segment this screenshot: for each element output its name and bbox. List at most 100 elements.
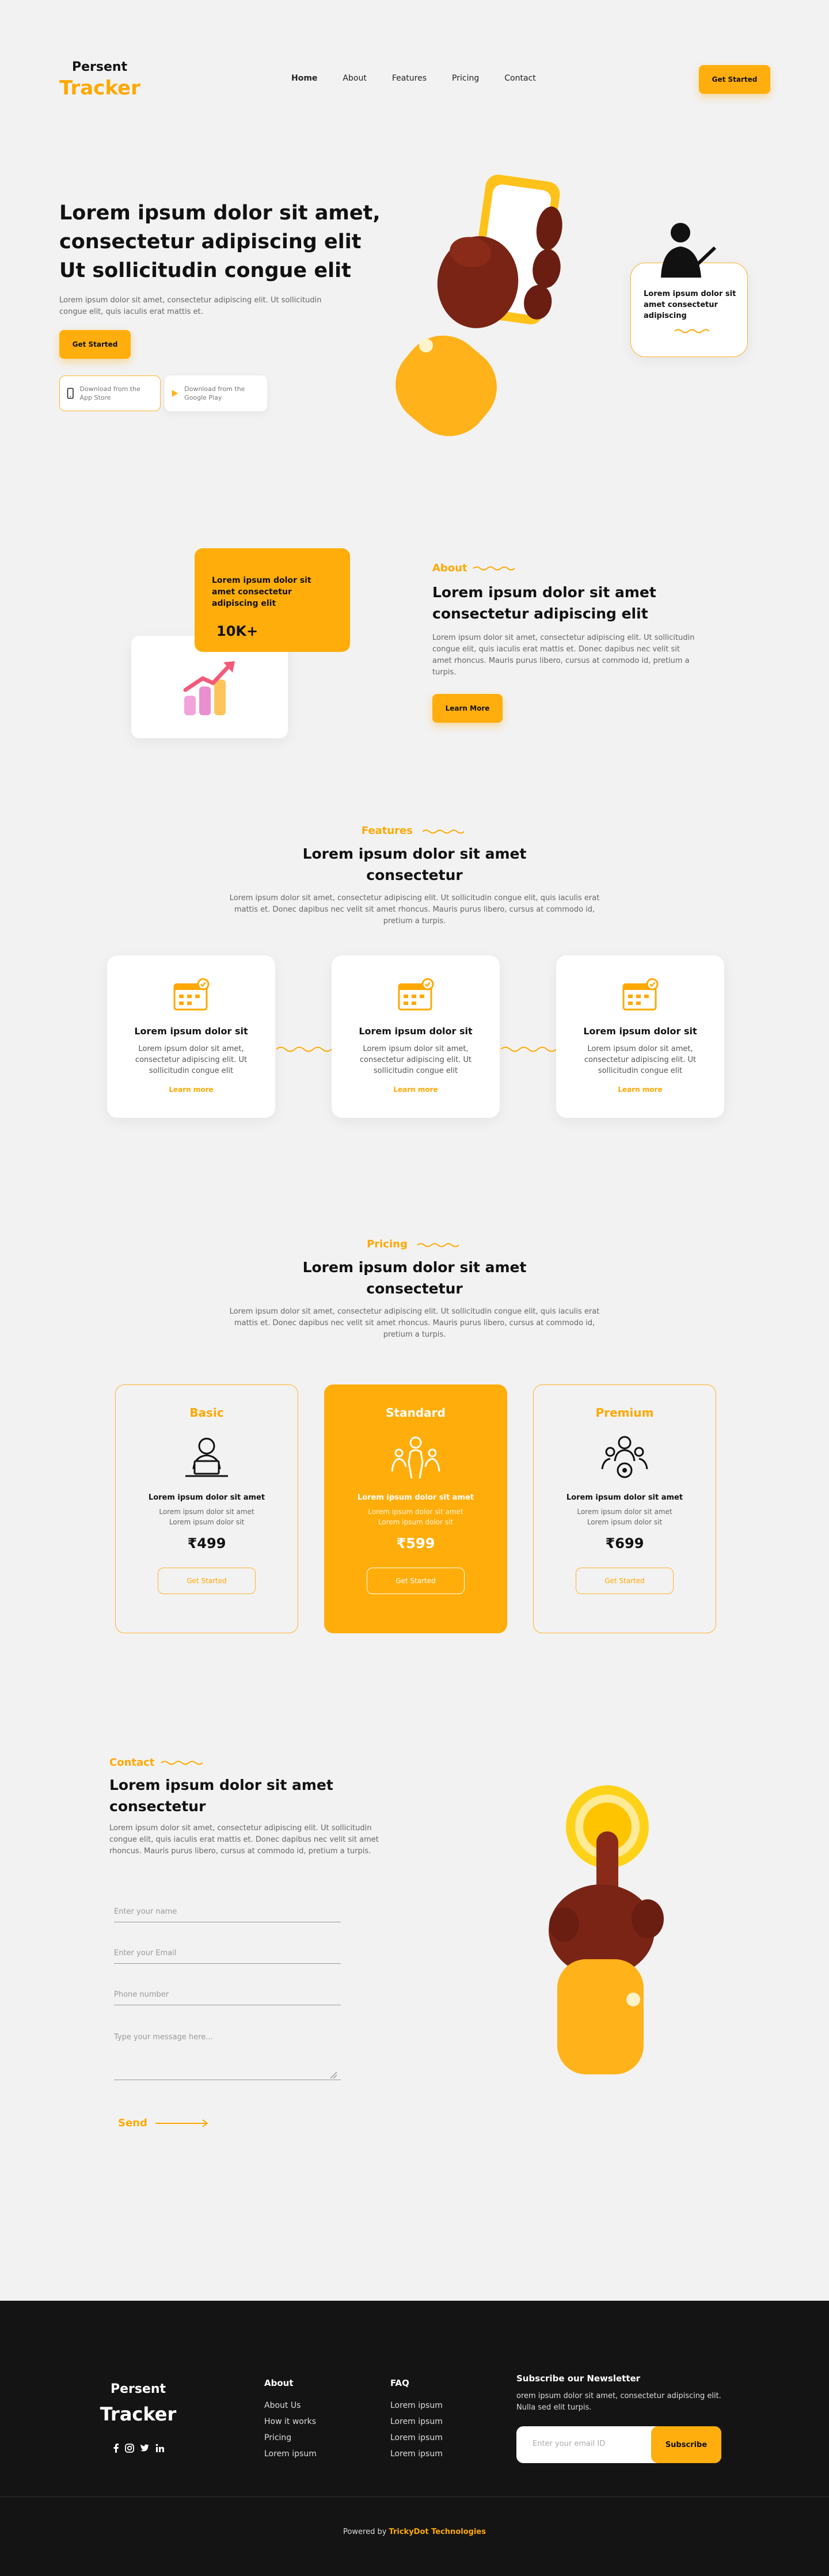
- footer-logo-line2: Tracker: [100, 2403, 177, 2425]
- plan-title: Lorem ipsum dolor sit amet: [148, 1493, 265, 1502]
- features-label: Features: [0, 825, 829, 837]
- calendar-icon: [622, 978, 659, 1011]
- nav-features[interactable]: Features: [392, 74, 427, 83]
- feature-learn-more-link[interactable]: Learn more: [571, 1086, 709, 1094]
- newsletter: Subscribe our Newsletter orem ipsum dolo…: [516, 2373, 729, 2463]
- plan-get-started-button[interactable]: Get Started: [158, 1568, 256, 1594]
- feature-text: Lorem ipsum dolor sit amet, consectetur …: [135, 1045, 248, 1075]
- phone-field[interactable]: Phone number: [114, 1990, 341, 2005]
- plan-name: Standard: [386, 1406, 446, 1420]
- footer-faq-link[interactable]: Lorem ipsum: [390, 2433, 443, 2442]
- email-field[interactable]: Enter your Email: [114, 1949, 341, 1964]
- logo[interactable]: Persent Tracker: [59, 60, 151, 100]
- main-nav: Home About Features Pricing Contact: [291, 74, 536, 83]
- feature-card-3: Lorem ipsum dolor sit Lorem ipsum dolor …: [556, 955, 724, 1118]
- footer-faq-column: FAQ Lorem ipsum Lorem ipsum Lorem ipsum …: [390, 2378, 443, 2465]
- features-title: Lorem ipsum dolor sit amet consectetur: [302, 845, 527, 883]
- about-stat-card: Lorem ipsum dolor sit amet consectetur a…: [195, 548, 350, 652]
- pricing-label-text: Pricing: [367, 1238, 408, 1250]
- footer-link-how-it-works[interactable]: How it works: [264, 2417, 317, 2426]
- squiggle-icon: [417, 1243, 459, 1247]
- nav-home[interactable]: Home: [291, 74, 317, 83]
- footer-faq-link[interactable]: Lorem ipsum: [390, 2449, 443, 2459]
- linkedin-icon[interactable]: [155, 2444, 165, 2453]
- newsletter-form: Enter your email ID Subscribe: [516, 2426, 721, 2463]
- squiggle-icon: [422, 829, 465, 833]
- app-store-button[interactable]: Download from the App Store: [59, 375, 161, 411]
- landing-page: Persent Tracker Home About Features Pric…: [0, 0, 829, 2576]
- features-text: Lorem ipsum dolor sit amet, consectetur …: [229, 894, 600, 925]
- footer-logo[interactable]: Persent Tracker: [98, 2382, 178, 2425]
- social-links: [112, 2444, 165, 2453]
- footer-faq-heading: FAQ: [390, 2378, 409, 2388]
- twitter-icon[interactable]: [140, 2444, 150, 2453]
- nav-about[interactable]: About: [343, 74, 366, 83]
- plan-name: Premium: [595, 1406, 654, 1420]
- plan-line2: Lorem ipsum dolor sit: [587, 1518, 663, 1526]
- powered-by-company[interactable]: TrickyDot Technologies: [389, 2528, 486, 2536]
- stat-value: 10K+: [216, 623, 258, 639]
- calendar-icon: [398, 978, 434, 1011]
- logo-line2: Tracker: [59, 77, 140, 100]
- powered-by: Powered by TrickyDot Technologies: [0, 2528, 829, 2536]
- squiggle-icon: [161, 1761, 204, 1765]
- pricing-title: Lorem ipsum dolor sit amet consectetur: [302, 1259, 527, 1297]
- send-button[interactable]: Send: [118, 2117, 210, 2129]
- footer-faq-link[interactable]: Lorem ipsum: [390, 2417, 443, 2426]
- plan-price: ₹699: [605, 1535, 644, 1551]
- pricing-card-premium: Premium Lorem ipsum dolor sit amet Lorem…: [533, 1384, 716, 1633]
- plan-line1: Lorem ipsum dolor sit amet: [577, 1508, 672, 1516]
- nav-contact[interactable]: Contact: [504, 74, 535, 83]
- group-settings-icon: [601, 1436, 648, 1478]
- feature-title: Lorem ipsum dolor sit: [359, 1026, 473, 1037]
- name-field[interactable]: Enter your name: [114, 1907, 341, 1922]
- phone-icon: [67, 388, 74, 399]
- hero-get-started-button[interactable]: Get Started: [59, 330, 131, 359]
- footer-faq-link[interactable]: Lorem ipsum: [390, 2401, 443, 2410]
- facebook-icon[interactable]: [112, 2444, 119, 2453]
- about-learn-more-button[interactable]: Learn More: [432, 694, 503, 723]
- pricing-card-standard: Standard Lorem ipsum dolor sit amet Lore…: [324, 1384, 507, 1633]
- squiggle-icon: [674, 329, 710, 333]
- plan-line2: Lorem ipsum dolor sit: [378, 1518, 454, 1526]
- feature-learn-more-link[interactable]: Learn more: [122, 1086, 260, 1094]
- footer-about-heading: About: [264, 2378, 294, 2388]
- footer-link-pricing[interactable]: Pricing: [264, 2433, 317, 2442]
- footer-link-about-us[interactable]: About Us: [264, 2401, 317, 2410]
- nav-pricing[interactable]: Pricing: [452, 74, 479, 83]
- header-get-started-button[interactable]: Get Started: [699, 65, 770, 94]
- stat-title: Lorem ipsum dolor sit amet consectetur a…: [212, 576, 311, 608]
- plan-price: ₹499: [187, 1535, 226, 1551]
- hero-text: Lorem ipsum dolor sit amet, consectetur …: [59, 296, 322, 316]
- plan-get-started-button[interactable]: Get Started: [367, 1568, 465, 1594]
- plan-get-started-button[interactable]: Get Started: [576, 1568, 674, 1594]
- feature-text: Lorem ipsum dolor sit amet, consectetur …: [359, 1045, 472, 1075]
- pricing-card-basic: Basic Lorem ipsum dolor sit amet Lorem i…: [115, 1384, 298, 1633]
- about-label-text: About: [432, 562, 467, 574]
- calendar-icon: [173, 978, 210, 1011]
- message-field[interactable]: Type your message here...: [114, 2033, 341, 2080]
- instagram-icon[interactable]: [125, 2444, 134, 2453]
- hand-pointing-illustration: [549, 1785, 664, 2074]
- resize-handle-icon[interactable]: [329, 2071, 337, 2079]
- team-icon: [391, 1436, 440, 1479]
- contact-title: Lorem ipsum dolor sit amet consectetur: [109, 1777, 333, 1815]
- logo-line1: Persent: [72, 60, 128, 74]
- plan-price: ₹599: [396, 1535, 435, 1551]
- plan-line1: Lorem ipsum dolor sit amet: [368, 1508, 463, 1516]
- newsletter-text: orem ipsum dolor sit amet, consectetur a…: [516, 2392, 721, 2412]
- businessman-icon: [661, 223, 717, 278]
- squiggle-icon: [472, 566, 515, 570]
- footer: Persent Tracker About About Us How it wo…: [0, 2301, 829, 2576]
- feature-learn-more-link[interactable]: Learn more: [347, 1086, 485, 1094]
- bar-chart-icon: [183, 661, 235, 715]
- contact-label: Contact: [109, 1756, 206, 1769]
- hero-badge-text: Lorem ipsum dolor sit amet consectetur a…: [644, 290, 736, 320]
- footer-logo-line1: Persent: [110, 2382, 166, 2396]
- google-play-button[interactable]: Download from the Google Play: [165, 375, 267, 411]
- pricing-text: Lorem ipsum dolor sit amet, consectetur …: [229, 1307, 600, 1339]
- newsletter-email-input[interactable]: Enter your email ID: [533, 2440, 605, 2448]
- subscribe-button[interactable]: Subscribe: [651, 2426, 721, 2463]
- footer-link-lorem[interactable]: Lorem ipsum: [264, 2449, 317, 2459]
- hand-phone-illustration: [396, 174, 562, 437]
